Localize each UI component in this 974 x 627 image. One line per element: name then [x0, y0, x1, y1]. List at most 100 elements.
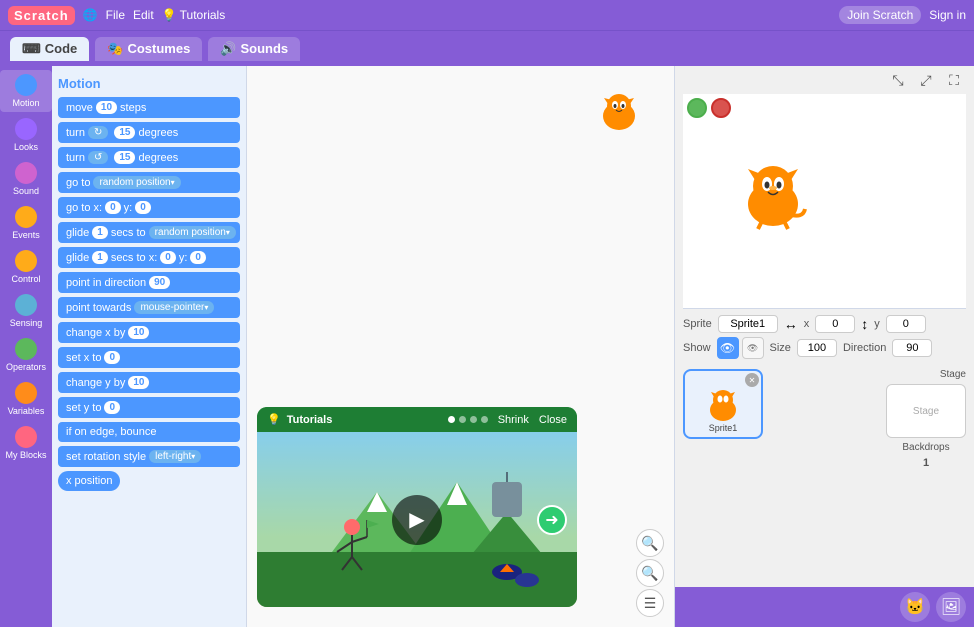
- block-goto-xy[interactable]: go to x: 0 y: 0: [58, 197, 240, 218]
- sprite-list-area: ✕ Sprite1 Stage: [675, 365, 974, 587]
- bottom-bar: 🐱 🖼: [675, 587, 974, 627]
- block-x-position[interactable]: x position: [58, 471, 120, 491]
- zoom-in-btn[interactable]: 🔍: [636, 529, 664, 557]
- direction-label: Direction: [843, 342, 886, 354]
- block-turn-ccw[interactable]: turn ↺ 15 degrees: [58, 147, 240, 168]
- globe-btn[interactable]: 🌐: [83, 8, 98, 22]
- stop-btn[interactable]: [711, 98, 731, 118]
- cat-operators[interactable]: Operators: [0, 334, 52, 376]
- direction-input[interactable]: [892, 339, 932, 357]
- code-icon: ⌨: [22, 41, 41, 57]
- block-change-x[interactable]: change x by 10: [58, 322, 240, 343]
- stage-thumb-placeholder: Stage: [913, 406, 939, 417]
- file-menu-btn[interactable]: File: [106, 8, 125, 22]
- edit-menu-btn[interactable]: Edit: [133, 8, 154, 22]
- add-backdrop-icon: 🖼: [941, 597, 961, 617]
- sign-in-btn[interactable]: Sign in: [929, 8, 966, 22]
- expand-stage-btn[interactable]: ⤢: [914, 68, 938, 92]
- sounds-tab-label: Sounds: [241, 41, 289, 56]
- nav-right: Join Scratch Sign in: [839, 6, 966, 24]
- sprite-y-input[interactable]: [886, 315, 926, 333]
- cat-control-label: Control: [11, 274, 40, 284]
- zoom-reset-icon: ☰: [644, 595, 657, 612]
- shrink-btn[interactable]: Shrink: [498, 414, 529, 426]
- tutorial-content[interactable]: ▶ ➜: [257, 432, 577, 607]
- block-move[interactable]: move 10 steps: [58, 97, 240, 118]
- join-scratch-btn[interactable]: Join Scratch: [839, 6, 921, 24]
- cat-looks[interactable]: Looks: [0, 114, 52, 156]
- cat-control[interactable]: Control: [0, 246, 52, 288]
- dot-2: [459, 416, 466, 423]
- green-flag-btn[interactable]: [687, 98, 707, 118]
- cat-sound-label: Sound: [13, 186, 39, 196]
- cat-motion[interactable]: Motion: [0, 70, 52, 112]
- sprite-x-input[interactable]: [815, 315, 855, 333]
- sprite-row1: Sprite ↔ x ↕ y: [683, 315, 966, 333]
- stage-label: Stage: [886, 369, 966, 380]
- sprite-name-input[interactable]: [718, 315, 778, 333]
- zoom-reset-btn[interactable]: ☰: [636, 589, 664, 617]
- block-rotation-style[interactable]: set rotation style left-right: [58, 446, 240, 467]
- sprite-delete-btn[interactable]: ✕: [745, 373, 759, 387]
- cat-sound[interactable]: Sound: [0, 158, 52, 200]
- block-point-towards[interactable]: point towards mouse-pointer: [58, 297, 240, 318]
- sounds-icon: 🔊: [220, 41, 236, 57]
- cat-sensing[interactable]: Sensing: [0, 290, 52, 332]
- dot-4: [481, 416, 488, 423]
- cat-variables[interactable]: Variables: [0, 378, 52, 420]
- show-visible-btn[interactable]: 👁: [717, 337, 739, 359]
- add-sprite-icon: 🐱: [905, 597, 925, 617]
- code-area[interactable]: 💡 Tutorials Shrink Close: [247, 66, 674, 627]
- block-point-direction[interactable]: point in direction 90: [58, 272, 240, 293]
- shrink-stage-btn[interactable]: ⤡: [886, 68, 910, 92]
- block-turn-cw[interactable]: turn ↻ 15 degrees: [58, 122, 240, 143]
- block-set-x[interactable]: set x to 0: [58, 347, 240, 368]
- tutorials-icon: 💡: [162, 8, 177, 22]
- code-tab[interactable]: ⌨ Code: [10, 37, 89, 61]
- stage-thumb[interactable]: Stage: [886, 384, 966, 438]
- zoom-controls: 🔍 🔍 ☰: [636, 529, 664, 617]
- cat-myblocks[interactable]: My Blocks: [0, 422, 52, 464]
- block-glide-xy[interactable]: glide 1 secs to x: 0 y: 0: [58, 247, 240, 268]
- sprite-card-1[interactable]: ✕ Sprite1: [683, 369, 763, 439]
- zoom-out-btn[interactable]: 🔍: [636, 559, 664, 587]
- show-btns: 👁 👁: [717, 337, 764, 359]
- file-label: File: [106, 8, 125, 22]
- block-categories: Motion Looks Sound Events Control Sensin…: [0, 66, 52, 627]
- top-nav: Scratch 🌐 File Edit 💡 Tutorials Join Scr…: [0, 0, 974, 30]
- tutorial-play-btn[interactable]: ▶: [392, 495, 442, 545]
- scratch-logo[interactable]: Scratch: [8, 6, 75, 25]
- cat-variables-label: Variables: [8, 406, 45, 416]
- size-input[interactable]: [797, 339, 837, 357]
- blocks-section-title: Motion: [58, 76, 240, 91]
- main-area: Motion Looks Sound Events Control Sensin…: [0, 66, 974, 627]
- show-hidden-btn[interactable]: 👁: [742, 337, 764, 359]
- block-glide-random[interactable]: glide 1 secs to random position: [58, 222, 240, 243]
- sounds-tab[interactable]: 🔊 Sounds: [208, 37, 300, 61]
- toolbar: ⌨ Code 🎭 Costumes 🔊 Sounds: [0, 30, 974, 66]
- add-backdrop-btn[interactable]: 🖼: [936, 592, 966, 622]
- fullscreen-btn[interactable]: ⛶: [942, 68, 966, 92]
- costumes-tab[interactable]: 🎭 Costumes: [95, 37, 202, 61]
- sprite-name-label: Sprite1: [709, 423, 738, 433]
- tutorials-btn[interactable]: 💡 Tutorials: [162, 8, 226, 22]
- block-edge-bounce[interactable]: if on edge, bounce: [58, 422, 240, 442]
- y-icon: ↕: [861, 316, 868, 332]
- tutorial-bulb-icon: 💡: [267, 413, 281, 426]
- add-sprite-btn[interactable]: 🐱: [900, 592, 930, 622]
- size-label: Size: [770, 342, 791, 354]
- tutorial-next-btn[interactable]: ➜: [537, 505, 567, 535]
- backdrops-label: Backdrops: [886, 442, 966, 453]
- cat-events[interactable]: Events: [0, 202, 52, 244]
- block-change-y[interactable]: change y by 10: [58, 372, 240, 393]
- stage-sprite: [733, 154, 813, 239]
- close-btn[interactable]: Close: [539, 414, 567, 426]
- block-goto-random[interactable]: go to random position: [58, 172, 240, 193]
- tutorial-popup: 💡 Tutorials Shrink Close: [257, 407, 577, 607]
- show-label: Show: [683, 342, 711, 354]
- tutorial-dots: [448, 416, 488, 423]
- cat-myblocks-label: My Blocks: [5, 450, 46, 460]
- block-set-y[interactable]: set y to 0: [58, 397, 240, 418]
- stage-column-right: Stage Stage Backdrops 1: [886, 369, 966, 469]
- stage-canvas[interactable]: [683, 94, 966, 309]
